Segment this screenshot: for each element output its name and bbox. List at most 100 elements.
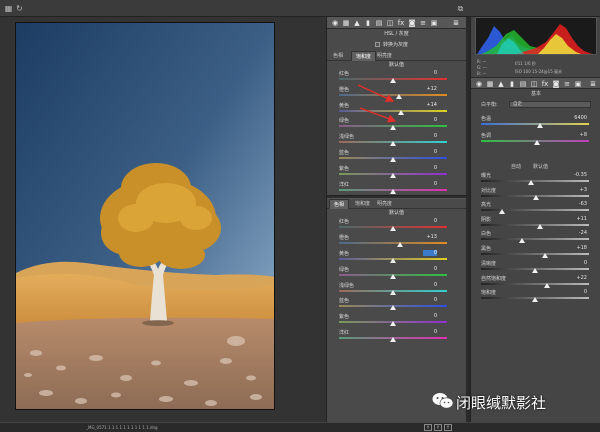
slider-value-field[interactable]: 0: [423, 218, 437, 224]
slider-track[interactable]: [339, 109, 447, 112]
basic-slider-row[interactable]: 色温 6400: [481, 115, 593, 129]
split-tab-icon-2[interactable]: ▤: [519, 80, 527, 88]
basic-tab-icon[interactable]: ◉: [475, 80, 483, 88]
basic-menu-icon[interactable]: ≣: [589, 80, 597, 88]
basic-slider-row[interactable]: 曝光 -0.35: [481, 172, 593, 186]
camera-tab-icon-2[interactable]: ◙: [552, 80, 560, 88]
hsl-slider-row[interactable]: 橙色 +12: [327, 85, 466, 101]
hsl-slider-row[interactable]: 红色 0: [327, 217, 466, 233]
slider-thumb[interactable]: [390, 336, 396, 342]
panel-menu-icon[interactable]: ≣: [452, 19, 460, 27]
hsl-slider-row[interactable]: 洋红 0: [327, 180, 466, 196]
slider-thumb[interactable]: [390, 289, 396, 295]
slider-value-field[interactable]: +18: [576, 245, 587, 251]
slider-thumb[interactable]: [527, 180, 534, 185]
snapshots-tab-icon[interactable]: ▣: [430, 19, 438, 27]
slider-thumb[interactable]: [543, 282, 550, 288]
slider-track[interactable]: [481, 180, 589, 182]
presets-tab-icon[interactable]: ≡: [419, 19, 427, 27]
slider-thumb[interactable]: [498, 209, 505, 214]
fx-tab-icon-2[interactable]: fx: [541, 80, 549, 88]
slider-track[interactable]: [339, 93, 447, 96]
split-toning-tab-icon[interactable]: ▤: [375, 19, 383, 27]
slider-thumb[interactable]: [396, 93, 403, 99]
slider-track[interactable]: [481, 209, 589, 211]
hsl-slider-row[interactable]: 蓝色 0: [327, 148, 466, 164]
tab-1[interactable]: 饱和度: [351, 199, 374, 209]
slider-track[interactable]: [481, 252, 589, 255]
hsl-slider-row[interactable]: 紫色 0: [327, 312, 466, 328]
grayscale-checkbox[interactable]: [375, 42, 380, 47]
hsl-slider-row[interactable]: 浅绿色 0: [327, 132, 466, 148]
grid-icon[interactable]: ▦: [4, 4, 13, 13]
slider-thumb[interactable]: [397, 242, 404, 248]
detail-tab-icon[interactable]: ▲: [353, 19, 361, 27]
hsl-tab-icon[interactable]: ▮: [364, 19, 372, 27]
slider-value-field[interactable]: 6400: [574, 115, 587, 121]
slider-thumb[interactable]: [541, 252, 548, 258]
slider-value-field[interactable]: 0: [423, 117, 437, 123]
tab-2[interactable]: 明亮度: [373, 199, 396, 209]
basic-slider-row[interactable]: 黑色 +18: [481, 245, 593, 259]
rotate-icon[interactable]: ↻: [15, 4, 24, 13]
slider-track[interactable]: [481, 238, 589, 240]
before-after-button-1[interactable]: Y: [424, 424, 432, 431]
slider-value-field[interactable]: 0: [423, 133, 437, 139]
hsl-tab-icon-2[interactable]: ▮: [508, 80, 516, 88]
hsl-slider-row[interactable]: 紫色 0: [327, 164, 466, 180]
slider-thumb[interactable]: [537, 223, 544, 229]
slider-value-field[interactable]: -24: [579, 230, 587, 236]
presets-tab-icon-2[interactable]: ≡: [563, 80, 571, 88]
hsl-default-button-2[interactable]: 默认值: [327, 209, 466, 217]
before-after-button-3[interactable]: Y: [444, 424, 452, 431]
slider-thumb[interactable]: [390, 156, 396, 162]
slider-thumb[interactable]: [397, 109, 404, 115]
slider-value-field[interactable]: +11: [576, 216, 587, 222]
tab-2[interactable]: 明亮度: [373, 51, 396, 61]
hsl-slider-row[interactable]: 蓝色 0: [327, 296, 466, 312]
hsl-slider-row[interactable]: 橙色 +13: [327, 233, 466, 249]
slider-value-field[interactable]: +3: [580, 187, 587, 193]
basic-slider-row[interactable]: 饱和度 0: [481, 289, 593, 303]
slider-thumb[interactable]: [537, 123, 544, 128]
slider-value-field[interactable]: 0: [423, 181, 437, 187]
fullscreen-icon[interactable]: ⧉: [456, 4, 465, 13]
slider-thumb[interactable]: [532, 297, 538, 302]
hsl-slider-row[interactable]: 绿色 0: [327, 265, 466, 281]
camera-tab-icon[interactable]: ◙: [408, 19, 416, 27]
slider-value-field[interactable]: 0: [584, 260, 587, 266]
slider-thumb[interactable]: [390, 125, 396, 131]
basic-slider-row[interactable]: 对比度 +3: [481, 187, 593, 201]
slider-value-field[interactable]: 0: [423, 165, 437, 171]
lens-tab-icon[interactable]: ◫: [386, 19, 394, 27]
detail-tab-icon-2[interactable]: ▲: [497, 80, 505, 88]
histogram-tab-icon[interactable]: ◉: [331, 19, 339, 27]
basic-slider-row[interactable]: 白色 -24: [481, 230, 593, 244]
slider-value-field[interactable]: 0: [423, 70, 437, 76]
hsl-slider-row[interactable]: 黄色 +14: [327, 101, 466, 117]
basic-slider-row[interactable]: 清晰度 0: [481, 260, 593, 274]
slider-value-field[interactable]: +13: [423, 234, 437, 240]
slider-thumb[interactable]: [533, 194, 540, 200]
slider-thumb[interactable]: [534, 140, 541, 145]
slider-thumb[interactable]: [390, 172, 396, 178]
hsl-slider-row[interactable]: 红色 0: [327, 69, 466, 85]
tab-0[interactable]: 色相: [329, 199, 350, 210]
slider-value-field[interactable]: -0.35: [574, 172, 587, 178]
slider-thumb[interactable]: [390, 141, 396, 147]
basic-slider-row[interactable]: 高光 -63: [481, 201, 593, 215]
slider-track[interactable]: [481, 223, 589, 226]
slider-thumb[interactable]: [390, 273, 396, 279]
slider-value-field[interactable]: +14: [423, 102, 437, 108]
hsl-slider-row[interactable]: 黄色 0: [327, 249, 466, 265]
slider-thumb[interactable]: [390, 257, 396, 263]
slider-thumb[interactable]: [390, 305, 396, 311]
slider-thumb[interactable]: [519, 238, 526, 243]
before-after-button-2[interactable]: Y: [434, 424, 442, 431]
tab-0[interactable]: 色相: [329, 51, 347, 61]
slider-value-field[interactable]: 0: [423, 249, 437, 256]
slider-value-field[interactable]: +22: [576, 275, 587, 281]
slider-thumb[interactable]: [390, 226, 396, 232]
basic-slider-row[interactable]: 色调 +8: [481, 132, 593, 146]
slider-thumb[interactable]: [532, 268, 538, 273]
